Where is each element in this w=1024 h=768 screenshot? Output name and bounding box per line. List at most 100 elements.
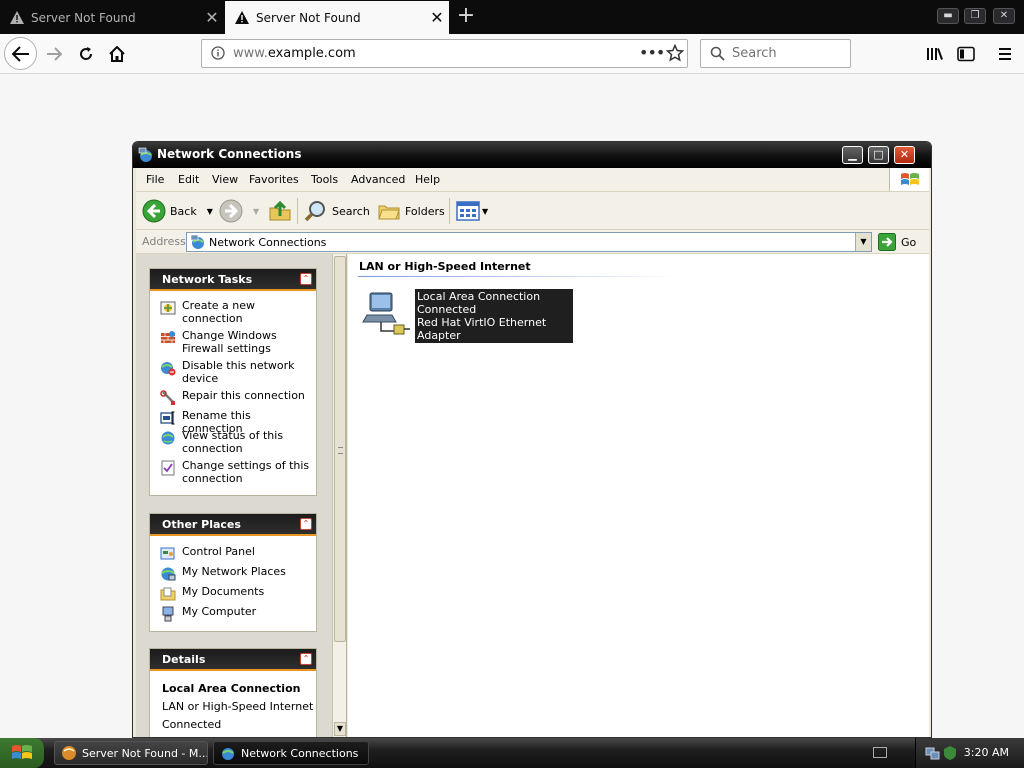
place-my-network-places[interactable]: My Network Places [150,565,316,581]
details-connection-name: Local Area Connection [162,682,301,695]
collapse-icon[interactable]: ⌃ [300,518,312,530]
menu-edit[interactable]: Edit [178,173,199,186]
minimize-icon[interactable]: ▁ [842,146,863,164]
collapse-icon[interactable]: ⌃ [300,273,312,285]
details-header[interactable]: Details ⌃ [150,649,316,671]
folders-button[interactable]: Folders [377,198,445,224]
sidebar-button[interactable] [951,39,981,69]
minimize-icon[interactable]: ▬ [937,8,959,24]
back-arrow-icon [11,45,29,62]
place-label: My Computer [182,605,257,618]
bookmark-star-icon[interactable] [665,43,685,65]
search-label: Search [332,204,370,218]
start-button[interactable] [0,738,44,768]
reload-button[interactable] [71,39,101,69]
network-tasks-title: Network Tasks [162,273,253,286]
taskbar-task-browser[interactable]: Server Not Found - M... [54,741,208,765]
task-label: Network Connections [241,746,359,760]
place-my-computer[interactable]: My Computer [150,605,316,622]
menu-advanced[interactable]: Advanced [351,173,405,186]
keyboard-icon[interactable] [873,747,887,758]
security-alert-icon[interactable] [943,745,957,761]
task-label: Disable this network device [182,359,295,385]
task-pane-scrollbar[interactable]: ▼ [332,254,346,737]
place-control-panel[interactable]: Control Panel [150,545,316,561]
browser-icon [62,746,76,760]
task-view-status[interactable]: View status of this connection [150,429,316,455]
close-tab-icon[interactable]: ✕ [200,9,224,26]
browser-tab-strip: Server Not Found ✕ Server Not Found ✕ + … [0,0,1024,34]
url-bar[interactable]: www.example.com ••• [201,39,688,68]
place-my-documents[interactable]: My Documents [150,585,316,601]
browser-tab[interactable]: Server Not Found ✕ [0,1,224,34]
place-label: Control Panel [182,545,255,558]
connection-item[interactable]: Local Area Connection Connected Red Hat … [362,289,574,343]
forward-button[interactable] [39,39,69,69]
back-label: Back [170,204,197,218]
control-panel-icon [160,546,176,562]
new-tab-icon[interactable]: + [454,5,478,29]
up-folder-button[interactable] [268,198,292,224]
task-create-connection[interactable]: Create a new connection [150,299,316,325]
details-connection-type: LAN or High-Speed Internet [162,700,314,713]
menu-help[interactable]: Help [415,173,440,186]
task-repair-connection[interactable]: Repair this connection [150,389,316,405]
task-disable-device[interactable]: Disable this network device [150,359,316,385]
search-button[interactable]: Search [304,198,370,224]
toolbar-separator [449,198,450,224]
collapse-icon[interactable]: ⌃ [300,653,312,665]
other-places-title: Other Places [162,518,241,531]
back-dropdown-icon[interactable]: ▼ [207,207,213,216]
taskbar-task-network-connections[interactable]: Network Connections [213,741,369,765]
network-connections-window: Network Connections ▁ □ ✕ File Edit View… [132,141,932,738]
browser-nav-bar: www.example.com ••• Search [0,34,1024,74]
forward-button[interactable]: ▼ [219,198,259,224]
scroll-down-icon[interactable]: ▼ [334,722,346,736]
task-rename-connection[interactable]: Rename this connection [150,409,316,435]
network-status-icon[interactable] [925,745,941,761]
back-button[interactable] [4,37,37,70]
forward-dropdown-icon[interactable]: ▼ [253,207,259,216]
menu-view[interactable]: View [212,173,238,186]
back-button[interactable]: Back ▼ [142,198,213,224]
close-icon[interactable]: ✕ [993,8,1015,24]
search-bar[interactable]: Search [700,39,851,68]
browser-tab-active[interactable]: Server Not Found ✕ [225,1,449,34]
restore-icon[interactable]: ❐ [964,8,986,24]
maximize-icon[interactable]: □ [868,146,889,164]
url-text: www.example.com [233,46,356,61]
menu-favorites[interactable]: Favorites [249,173,299,186]
other-places-header[interactable]: Other Places ⌃ [150,514,316,536]
home-button[interactable] [102,39,132,69]
page-actions-icon[interactable]: ••• [639,43,665,62]
menu-tools[interactable]: Tools [311,173,338,186]
group-divider [358,276,678,277]
lan-connection-icon [362,289,412,337]
library-button[interactable] [920,39,950,69]
menu-button[interactable] [990,39,1020,69]
go-button[interactable]: Go [878,233,916,251]
task-label: View status of this connection [182,429,284,455]
views-button[interactable]: ▼ [456,198,488,224]
task-change-settings[interactable]: Change settings of this connection [150,459,316,485]
search-icon [304,201,325,222]
address-field[interactable]: Network Connections ▼ [186,232,872,252]
connection-status: Connected [417,303,477,316]
clock[interactable]: 3:20 AM [964,746,1009,759]
url-prefix: www. [233,46,268,61]
address-dropdown-icon[interactable]: ▼ [855,233,871,251]
close-tab-icon[interactable]: ✕ [425,9,449,26]
task-label: Server Not Found - M... [82,746,208,760]
warning-icon [235,11,249,24]
scrollbar-thumb[interactable] [334,256,346,642]
task-change-firewall[interactable]: Change Windows Firewall settings [150,329,316,355]
settings-icon [160,460,176,476]
views-dropdown-icon[interactable]: ▼ [482,207,488,216]
info-icon[interactable] [211,46,225,63]
details-title: Details [162,653,206,666]
menu-file[interactable]: File [146,173,164,186]
network-tasks-header[interactable]: Network Tasks ⌃ [150,269,316,291]
window-title-bar[interactable]: Network Connections ▁ □ ✕ [133,142,931,168]
close-icon[interactable]: ✕ [894,146,915,164]
place-label: My Network Places [182,565,286,578]
